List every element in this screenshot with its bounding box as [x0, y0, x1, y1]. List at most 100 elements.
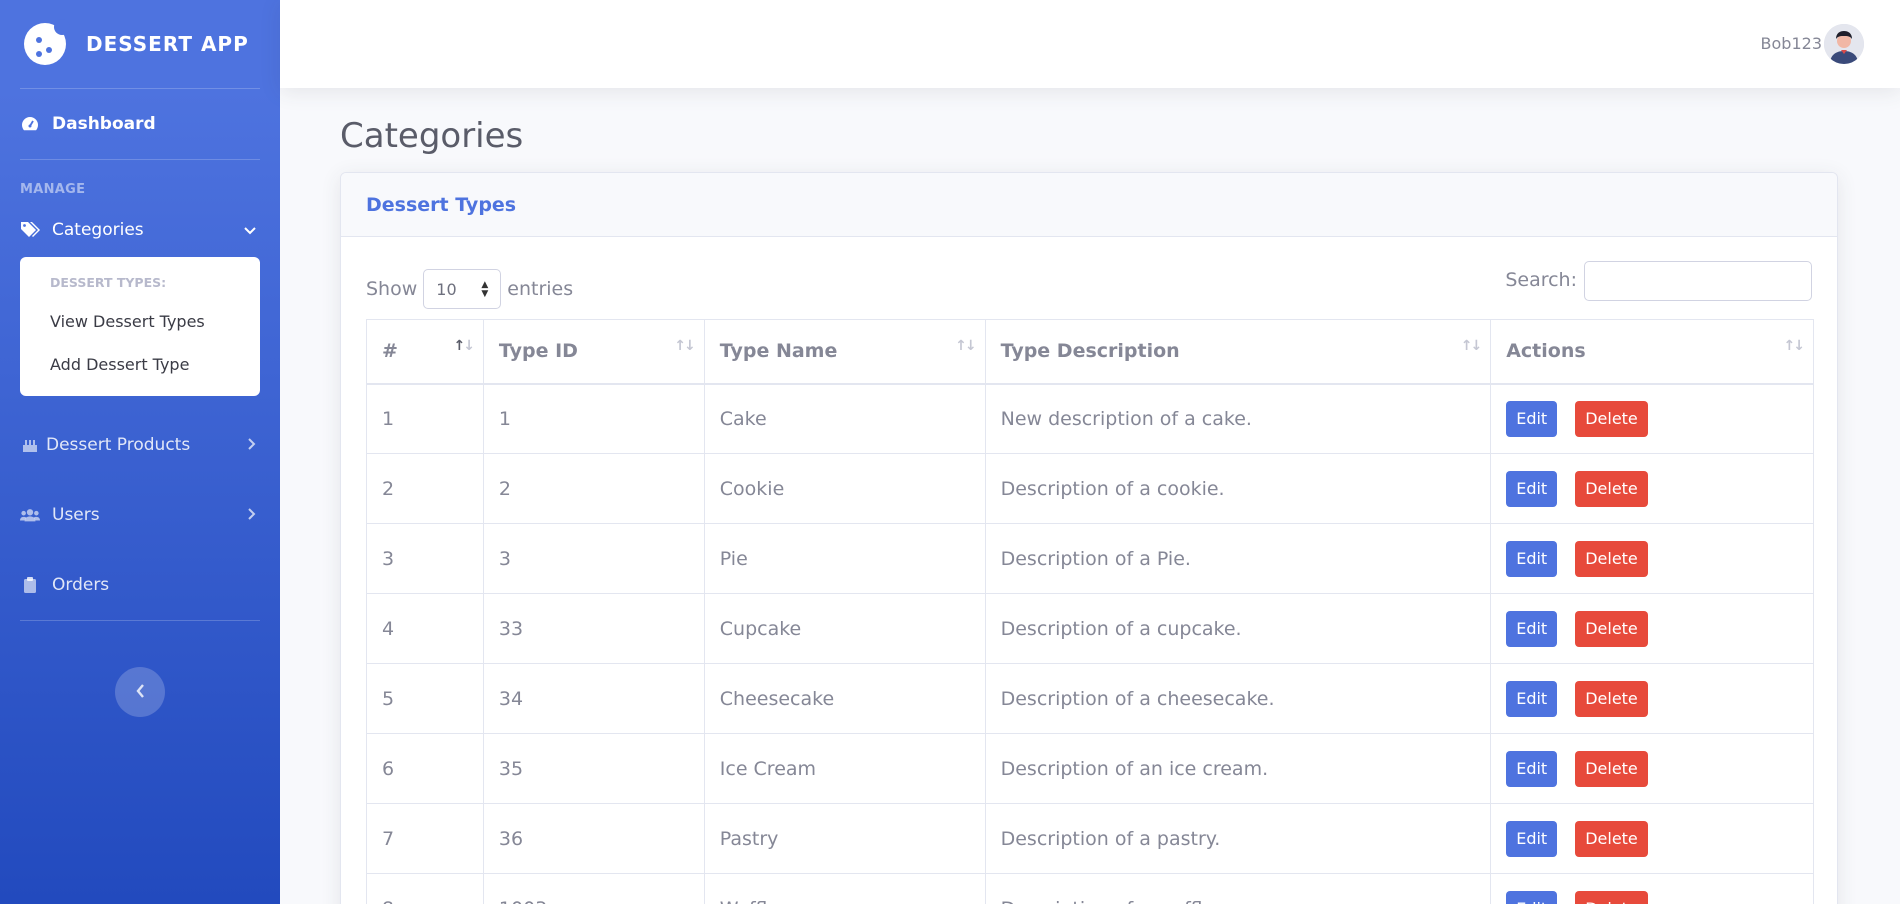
table-controls: Show 10 ▲ ▼ entries Search: — [366, 261, 1812, 309]
chevron-left-icon — [135, 683, 145, 702]
sidebar-toggle-button[interactable] — [115, 667, 165, 717]
column-header-actions[interactable]: Actions ↑↓ — [1490, 319, 1814, 385]
delete-button[interactable]: Delete — [1575, 470, 1648, 507]
sidebar-item-users[interactable]: Users — [0, 480, 280, 550]
column-header-type-name[interactable]: Type Name ↑↓ — [703, 319, 986, 385]
users-icon — [20, 505, 40, 525]
sidebar-item-dessert-products[interactable]: Dessert Products — [0, 410, 280, 480]
sidebar-heading: MANAGE — [20, 182, 86, 197]
cell-type-description: Description of a cupcake. — [984, 593, 1492, 664]
tags-icon — [20, 220, 40, 240]
column-header-number[interactable]: # ↑↓ — [366, 319, 484, 385]
dessert-types-card: Dessert Types Show 10 ▲ ▼ entries Search:… — [340, 172, 1838, 904]
table-header-row: # ↑↓ Type ID ↑↓ Type Name ↑↓ Type Descripti… — [366, 319, 1814, 385]
edit-button[interactable]: Edit — [1506, 540, 1558, 577]
entries-select[interactable]: 10 ▲ ▼ — [423, 269, 502, 309]
cell-number: 2 — [366, 453, 484, 524]
cell-number: 1 — [366, 383, 484, 454]
table-row: 5 34 Cheesecake Description of a cheesecake… — [366, 663, 1814, 734]
entries-select-value: 10 — [436, 280, 457, 299]
chevron-right-icon — [248, 505, 256, 525]
edit-button[interactable]: Edit — [1506, 400, 1558, 437]
brand[interactable]: DESSERT APP — [0, 0, 280, 88]
table-row: 4 33 Cupcake Description of a cupcake. Edit D… — [366, 593, 1814, 664]
cell-type-name: Waffle — [703, 873, 986, 904]
delete-button[interactable]: Delete — [1575, 820, 1648, 857]
cookie-icon — [24, 19, 70, 65]
show-label: Show — [366, 278, 418, 300]
cell-type-name: Cupcake — [703, 593, 986, 664]
cell-type-description: New description of a cake. — [984, 383, 1492, 454]
cell-type-description: Description of an ice cream. — [984, 733, 1492, 804]
cell-number: 5 — [366, 663, 484, 734]
delete-button[interactable]: Delete — [1575, 680, 1648, 717]
table-row: 3 3 Pie Description of a Pie. Edit Delete — [366, 523, 1814, 594]
table-row: 6 35 Ice Cream Description of an ice cream.… — [366, 733, 1814, 804]
entries-length-control: Show 10 ▲ ▼ entries — [366, 269, 573, 309]
sidebar-item-label: Users — [52, 505, 100, 525]
delete-button[interactable]: Delete — [1575, 610, 1648, 647]
user-name[interactable]: Bob123 — [1761, 34, 1822, 53]
cell-number: 7 — [366, 803, 484, 874]
submenu-item-view-dessert-types[interactable]: View Dessert Types — [20, 300, 260, 343]
cell-type-name: Cookie — [703, 453, 986, 524]
sidebar-item-label: Categories — [52, 220, 144, 240]
column-header-type-description[interactable]: Type Description ↑↓ — [984, 319, 1492, 385]
cell-number: 6 — [366, 733, 484, 804]
card-header: Dessert Types — [341, 173, 1837, 237]
cell-type-id: 1 — [482, 383, 705, 454]
tachometer-icon — [20, 114, 40, 134]
sidebar-item-dashboard[interactable]: Dashboard — [0, 89, 280, 159]
entries-label: entries — [507, 278, 574, 300]
submenu-item-add-dessert-type[interactable]: Add Dessert Type — [20, 343, 260, 386]
sidebar-item-label: Dashboard — [52, 114, 156, 134]
cell-type-name: Cake — [703, 383, 986, 454]
topbar: Bob123 — [280, 0, 1900, 88]
cell-type-name: Pie — [703, 523, 986, 594]
brand-title: DESSERT APP — [86, 32, 249, 56]
cell-number: 8 — [366, 873, 484, 904]
chevron-right-icon — [248, 435, 256, 455]
cell-type-id: 35 — [482, 733, 705, 804]
cell-actions: Edit Delete — [1490, 873, 1814, 904]
edit-button[interactable]: Edit — [1506, 890, 1558, 904]
cell-actions: Edit Delete — [1490, 803, 1814, 874]
delete-button[interactable]: Delete — [1575, 890, 1648, 904]
cell-type-name: Pastry — [703, 803, 986, 874]
search-label: Search: — [1505, 269, 1577, 291]
sort-icon: ↑↓ — [453, 338, 474, 354]
table-row: 1 1 Cake New description of a cake. Edit Dele… — [366, 383, 1814, 454]
cell-type-name: Cheesecake — [703, 663, 986, 734]
table-row: 81003WaffleDescription of a waffle. Edit D… — [366, 873, 1814, 904]
edit-button[interactable]: Edit — [1506, 470, 1558, 507]
cell-type-id: 3 — [482, 523, 705, 594]
submenu-header: DESSERT TYPES: — [50, 275, 167, 290]
sidebar-item-label: Orders — [52, 575, 110, 595]
cell-actions: Edit Delete — [1490, 593, 1814, 664]
cell-type-description: Description of a waffle. — [984, 873, 1492, 904]
sidebar-item-label: Dessert Products — [46, 435, 191, 455]
sort-icon: ↑↓ — [674, 338, 696, 354]
sidebar-item-orders[interactable]: Orders — [0, 550, 280, 620]
sort-icon: ↑↓ — [1460, 338, 1483, 354]
clipboard-icon — [20, 575, 40, 595]
edit-button[interactable]: Edit — [1506, 750, 1558, 787]
cell-type-description: Description of a cookie. — [984, 453, 1492, 524]
sidebar: DESSERT APP Dashboard MANAGE Categories … — [0, 0, 280, 904]
delete-button[interactable]: Delete — [1575, 540, 1648, 577]
edit-button[interactable]: Edit — [1506, 820, 1558, 857]
cell-actions: Edit Delete — [1490, 523, 1814, 594]
column-header-type-id[interactable]: Type ID ↑↓ — [482, 319, 705, 385]
cell-actions: Edit Delete — [1490, 383, 1814, 454]
cell-type-id: 33 — [482, 593, 705, 664]
search-input[interactable] — [1584, 261, 1812, 301]
edit-button[interactable]: Edit — [1506, 680, 1558, 717]
delete-button[interactable]: Delete — [1575, 400, 1648, 437]
categories-submenu: DESSERT TYPES: View Dessert Types Add De… — [20, 257, 260, 396]
edit-button[interactable]: Edit — [1506, 610, 1558, 647]
delete-button[interactable]: Delete — [1575, 750, 1648, 787]
cell-type-name: Ice Cream — [703, 733, 986, 804]
avatar[interactable] — [1824, 24, 1864, 64]
sidebar-item-categories[interactable]: Categories — [0, 203, 280, 257]
cell-type-id: 34 — [482, 663, 705, 734]
